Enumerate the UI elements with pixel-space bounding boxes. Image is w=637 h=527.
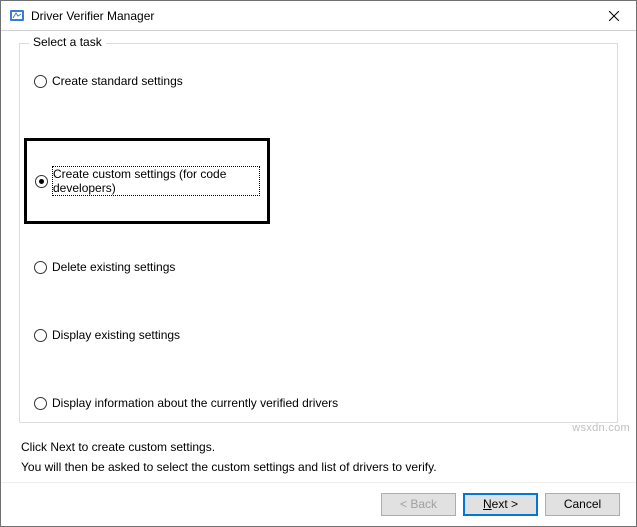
radio-label: Delete existing settings	[52, 260, 175, 274]
radio-delete-existing[interactable]: Delete existing settings	[34, 258, 175, 276]
window-title: Driver Verifier Manager	[31, 9, 591, 23]
info-text: Click Next to create custom settings. Yo…	[21, 437, 616, 478]
window-root: Driver Verifier Manager Select a task Cr…	[0, 0, 637, 527]
task-groupbox: Select a task Create standard settings C…	[19, 43, 618, 423]
watermark: wsxdn.com	[572, 422, 630, 434]
group-label: Select a task	[29, 35, 106, 49]
radio-label: Display information about the currently …	[52, 396, 338, 410]
button-label: Next >	[483, 497, 518, 511]
info-line-2: You will then be asked to select the cus…	[21, 457, 616, 477]
close-icon	[609, 11, 619, 21]
radio-label: Create custom settings (for code develop…	[53, 167, 259, 195]
back-button: < Back	[381, 493, 456, 516]
app-icon	[9, 8, 25, 24]
radio-icon	[34, 397, 47, 410]
highlight-box: Create custom settings (for code develop…	[24, 138, 270, 224]
radio-icon	[34, 329, 47, 342]
radio-display-existing[interactable]: Display existing settings	[34, 326, 180, 344]
cancel-button[interactable]: Cancel	[545, 493, 620, 516]
radio-icon	[34, 261, 47, 274]
radio-icon	[34, 75, 47, 88]
next-button[interactable]: Next >	[463, 493, 538, 516]
button-bar: < Back Next > Cancel	[1, 482, 636, 526]
radio-create-custom[interactable]: Create custom settings (for code develop…	[35, 165, 259, 197]
radio-create-standard[interactable]: Create standard settings	[34, 72, 183, 90]
button-label: < Back	[400, 497, 437, 511]
close-button[interactable]	[591, 1, 636, 31]
radio-label: Display existing settings	[52, 328, 180, 342]
info-line-1: Click Next to create custom settings.	[21, 437, 616, 457]
titlebar: Driver Verifier Manager	[1, 1, 636, 31]
radio-display-info[interactable]: Display information about the currently …	[34, 394, 338, 412]
radio-label: Create standard settings	[52, 74, 183, 88]
radio-icon	[35, 175, 48, 188]
button-label: Cancel	[564, 497, 601, 511]
dialog-body: Select a task Create standard settings C…	[1, 31, 636, 482]
